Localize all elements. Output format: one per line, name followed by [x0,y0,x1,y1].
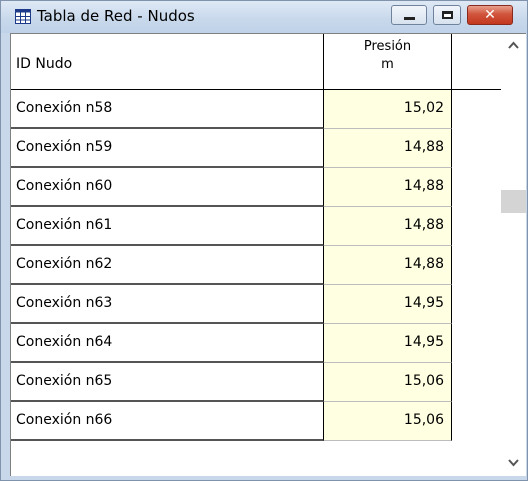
row-blank-area [452,285,501,324]
chevron-down-icon[interactable] [501,452,526,474]
column-header-presion-unit: m [381,57,394,72]
row-blank-area [452,246,501,285]
node-id-cell[interactable]: Conexión n61 [11,207,324,246]
presion-cell[interactable]: 15,06 [324,363,452,402]
presion-value: 14,88 [403,256,444,272]
presion-value: 14,88 [403,139,444,155]
close-button[interactable]: ✕ [467,5,513,25]
presion-value: 14,95 [403,334,444,350]
node-id-text: Conexión n63 [16,295,113,311]
node-id-cell[interactable]: Conexión n65 [11,363,324,402]
presion-value: 14,88 [403,178,444,194]
table-row[interactable]: Conexión n66 15,06 [11,402,501,441]
table-client-area: ID Nudo Presión m Conexión n58 15,02 Conex… [10,33,526,476]
presion-value: 14,88 [403,217,444,233]
vertical-scrollbar[interactable] [501,34,526,476]
minimize-icon [404,17,415,20]
node-id-text: Conexión n66 [16,412,113,428]
row-blank-area [452,324,501,363]
presion-value: 15,02 [403,100,444,116]
node-id-text: Conexión n61 [16,217,113,233]
node-id-text: Conexión n62 [16,256,113,272]
table-row[interactable]: Conexión n62 14,88 [11,246,501,285]
close-icon: ✕ [484,7,496,23]
node-id-text: Conexión n60 [16,178,113,194]
node-id-cell[interactable]: Conexión n66 [11,402,324,441]
title-bar[interactable]: Tabla de Red - Nudos ✕ [1,1,527,33]
table-grid-icon [15,9,31,24]
node-id-cell[interactable]: Conexión n62 [11,246,324,285]
node-id-cell[interactable]: Conexión n60 [11,168,324,207]
row-blank-area [452,129,501,168]
node-id-cell[interactable]: Conexión n58 [11,90,324,129]
node-id-cell[interactable]: Conexión n59 [11,129,324,168]
node-id-text: Conexión n59 [16,139,113,155]
column-header-id[interactable]: ID Nudo [11,34,324,90]
presion-value: 15,06 [403,412,444,428]
row-blank-area [452,363,501,402]
window-title: Tabla de Red - Nudos [37,7,195,25]
row-blank-area [452,90,501,129]
column-header-presion-label: Presión [363,39,412,54]
row-blank-area [452,402,501,441]
node-id-cell[interactable]: Conexión n64 [11,324,324,363]
presion-cell[interactable]: 14,88 [324,129,452,168]
scrollbar-thumb[interactable] [501,190,526,213]
column-header-blank [452,34,501,90]
table-row[interactable]: Conexión n58 15,02 [11,90,501,129]
node-id-text: Conexión n58 [16,100,113,116]
presion-cell[interactable]: 14,88 [324,246,452,285]
column-header-presion[interactable]: Presión m [324,34,452,90]
presion-cell[interactable]: 15,06 [324,402,452,441]
node-id-text: Conexión n64 [16,334,113,350]
node-id-cell[interactable]: Conexión n63 [11,285,324,324]
presion-cell[interactable]: 14,95 [324,285,452,324]
table-row[interactable]: Conexión n64 14,95 [11,324,501,363]
node-id-text: Conexión n65 [16,373,113,389]
presion-cell[interactable]: 14,88 [324,207,452,246]
table-row[interactable]: Conexión n59 14,88 [11,129,501,168]
table-row[interactable]: Conexión n65 15,06 [11,363,501,402]
column-header-id-label: ID Nudo [16,56,73,72]
row-blank-area [452,168,501,207]
table-row[interactable]: Conexión n60 14,88 [11,168,501,207]
chevron-up-icon[interactable] [501,34,526,56]
row-blank-area [452,207,501,246]
presion-value: 14,95 [403,295,444,311]
table-window: Tabla de Red - Nudos ✕ ID Nudo Presión m… [0,0,528,481]
presion-cell[interactable]: 15,02 [324,90,452,129]
maximize-icon [442,11,453,19]
presion-cell[interactable]: 14,95 [324,324,452,363]
nodes-table: ID Nudo Presión m Conexión n58 15,02 Conex… [11,34,501,476]
table-row[interactable]: Conexión n61 14,88 [11,207,501,246]
presion-cell[interactable]: 14,88 [324,168,452,207]
minimize-button[interactable] [391,5,427,25]
maximize-button[interactable] [433,5,461,25]
table-row[interactable]: Conexión n63 14,95 [11,285,501,324]
presion-value: 15,06 [403,373,444,389]
